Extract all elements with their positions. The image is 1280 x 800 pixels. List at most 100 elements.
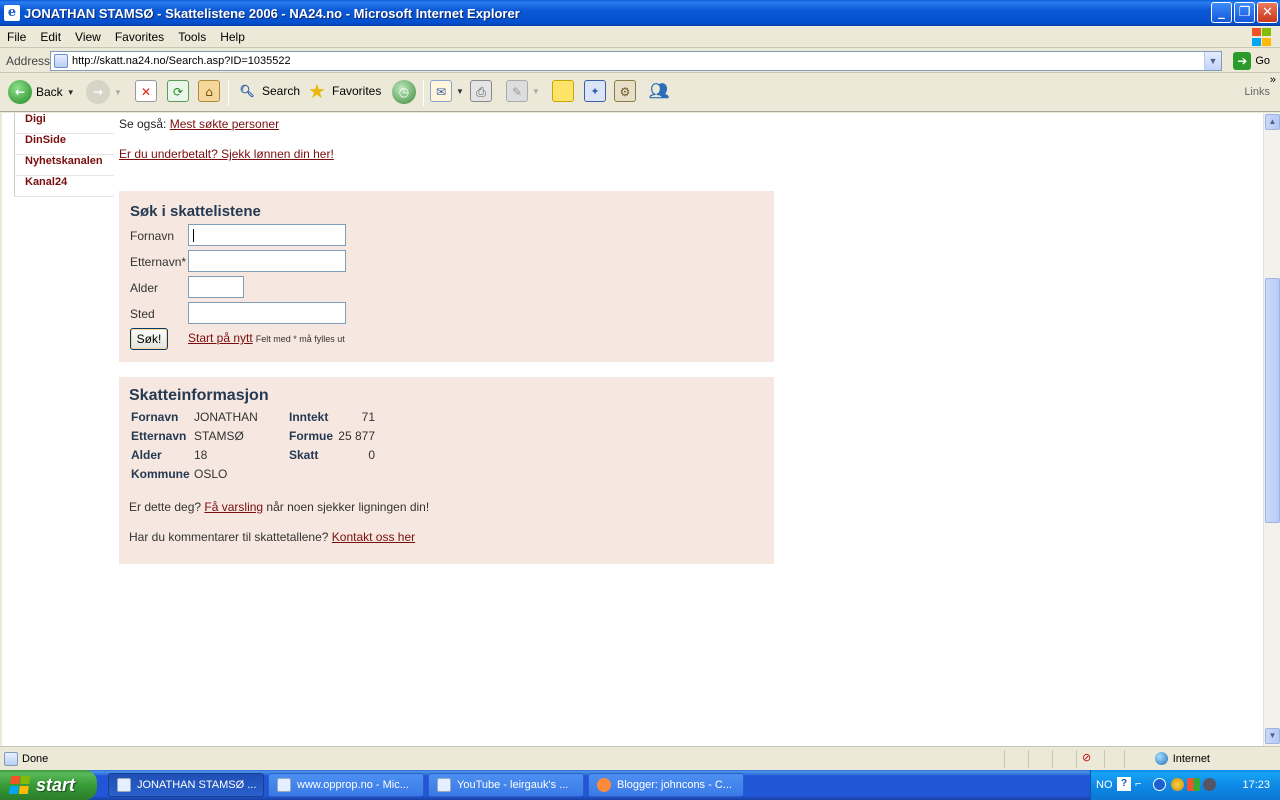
tax-tax-label: Skatt <box>289 448 319 462</box>
mail-button[interactable]: ✉ ▼ <box>430 80 464 102</box>
tax-info-title: Skatteinformasjon <box>129 387 269 404</box>
refresh-icon: ⟳ <box>167 80 189 102</box>
start-button[interactable]: start <box>0 770 97 800</box>
go-arrow-icon: ➔ <box>1233 52 1252 70</box>
task-label: JONATHAN STAMSØ ... <box>137 779 257 791</box>
get-alert-link[interactable]: Få varsling <box>204 500 263 514</box>
search-label: Search <box>262 84 301 98</box>
home-button[interactable]: ⌂ <box>198 80 220 102</box>
forward-dropdown-icon[interactable]: ▼ <box>114 88 122 97</box>
back-button[interactable]: ← Back ▼ <box>8 80 75 104</box>
address-label: Address <box>6 53 51 68</box>
back-dropdown-icon[interactable]: ▼ <box>67 88 75 97</box>
mail-dropdown-icon[interactable]: ▼ <box>456 87 464 96</box>
comment-line: Har du kommentarer til skattetallene? Ko… <box>129 530 415 544</box>
place-label: Sted <box>130 307 155 321</box>
search-button[interactable]: 🔍︎ Search <box>236 80 300 102</box>
scroll-up-icon[interactable]: ▲ <box>1265 114 1280 130</box>
favorites-button[interactable]: ★ Favorites <box>306 80 381 102</box>
search-submit-button[interactable]: Søk! <box>130 328 168 350</box>
back-arrow-icon: ← <box>8 80 32 104</box>
forward-button[interactable]: → ▼ <box>86 80 122 104</box>
place-input[interactable] <box>188 302 346 324</box>
tax-age-label: Alder <box>131 448 162 462</box>
tray-expand-icon[interactable] <box>1153 778 1166 791</box>
window-title-bar: e JONATHAN STAMSØ - Skattelistene 2006 -… <box>0 0 1280 26</box>
task-youtube[interactable]: YouTube - leirgauk's ... <box>428 773 584 797</box>
task-label: Blogger: johncons - C... <box>617 779 732 791</box>
internet-explorer-icon: e <box>4 5 20 21</box>
help-icon[interactable]: ? <box>1117 777 1131 791</box>
task-opprop[interactable]: www.opprop.no - Mic... <box>268 773 424 797</box>
task-ie-jonathan[interactable]: JONATHAN STAMSØ ... <box>108 773 264 797</box>
sidebar-item-kanal24[interactable]: Kanal24 <box>14 176 114 197</box>
history-button[interactable]: ◷ <box>392 80 416 104</box>
tax-info-panel: Skatteinformasjon Fornavn JONATHAN Etter… <box>119 377 774 564</box>
scrollbar-thumb[interactable] <box>1265 278 1280 523</box>
print-icon: ⎙ <box>470 80 492 102</box>
tools-button[interactable]: ⚙ <box>614 80 636 102</box>
task-blogger[interactable]: Blogger: johncons - C... <box>588 773 744 797</box>
stop-button[interactable]: ✕ <box>135 80 157 102</box>
alert-line: Er dette deg? Få varsling når noen sjekk… <box>129 500 429 514</box>
last-name-label: Etternavn* <box>130 255 187 269</box>
underpaid-link[interactable]: Er du underbetalt? Sjekk lønnen din her! <box>119 147 334 161</box>
comment-prefix: Har du kommentarer til skattetallene? <box>129 530 332 544</box>
menu-favorites[interactable]: Favorites <box>108 30 171 44</box>
edit-button[interactable]: ✎ ▼ <box>506 80 540 102</box>
contact-link[interactable]: Kontakt oss her <box>332 530 415 544</box>
first-name-label: Fornavn <box>130 229 175 243</box>
ie-task-icon <box>117 778 131 792</box>
sidebar-item-digi[interactable]: Digi <box>14 113 114 134</box>
first-name-input[interactable] <box>188 224 346 246</box>
network-icon[interactable] <box>1171 778 1184 791</box>
status-bar: Done ⊘ Internet <box>0 746 1280 770</box>
menu-view[interactable]: View <box>68 30 108 44</box>
refresh-button[interactable]: ⟳ <box>167 80 189 102</box>
vertical-scrollbar[interactable]: ▲ ▼ <box>1263 113 1280 746</box>
menu-help[interactable]: Help <box>213 30 252 44</box>
menu-file[interactable]: File <box>0 30 33 44</box>
app-tray-icon[interactable] <box>1187 778 1200 791</box>
edit-dropdown-icon[interactable]: ▼ <box>532 87 540 96</box>
notification-icon[interactable]: ⌐ <box>1135 778 1148 791</box>
status-pane-divider <box>1028 750 1029 768</box>
address-bar: Address http://skatt.na24.no/Search.asp?… <box>0 49 1280 73</box>
minimize-button[interactable]: _ <box>1211 2 1232 23</box>
age-input[interactable] <box>188 276 244 298</box>
close-button[interactable]: ✕ <box>1257 2 1278 23</box>
print-button[interactable]: ⎙ <box>470 80 492 102</box>
required-note: Felt med * må fylles ut <box>255 334 345 344</box>
messenger-button[interactable]: ✦ <box>584 80 606 102</box>
edit-icon: ✎ <box>506 80 528 102</box>
privacy-report-icon[interactable]: ⊘ <box>1082 751 1098 765</box>
sidebar-item-dinside[interactable]: DinSide <box>14 134 114 155</box>
menu-tools[interactable]: Tools <box>171 30 213 44</box>
restart-line: Start på nytt Felt med * må fylles ut <box>188 331 345 345</box>
language-indicator[interactable]: NO <box>1096 779 1113 791</box>
links-label[interactable]: Links <box>1244 86 1270 98</box>
address-dropdown-icon[interactable]: ▼ <box>1204 52 1221 70</box>
status-text: Done <box>22 753 49 765</box>
sidebar-item-nyhetskanalen[interactable]: Nyhetskanalen <box>14 155 114 176</box>
people-icon: 👥︎ <box>648 81 670 100</box>
go-button[interactable]: ➔ Go <box>1233 52 1270 70</box>
age-label: Alder <box>130 281 159 295</box>
last-name-input[interactable] <box>188 250 346 272</box>
menu-edit[interactable]: Edit <box>33 30 68 44</box>
address-input[interactable]: http://skatt.na24.no/Search.asp?ID=10355… <box>50 51 1222 71</box>
system-tray: NO ? ⌐ 17:23 <box>1090 770 1280 800</box>
discuss-button[interactable] <box>552 80 574 102</box>
scroll-down-icon[interactable]: ▼ <box>1265 728 1280 744</box>
contacts-button[interactable]: 👥︎ <box>648 80 670 102</box>
research-icon: ✦ <box>584 80 606 102</box>
maximize-button[interactable]: ❐ <box>1234 2 1255 23</box>
restart-link[interactable]: Start på nytt <box>188 331 253 345</box>
ie-task-icon <box>437 778 451 792</box>
toolbar-chevron-icon[interactable]: » <box>1270 74 1276 86</box>
address-url[interactable]: http://skatt.na24.no/Search.asp?ID=10355… <box>72 55 291 67</box>
most-searched-link[interactable]: Mest søkte personer <box>170 117 279 131</box>
volume-icon[interactable] <box>1203 778 1216 791</box>
underpaid-line: Er du underbetalt? Sjekk lønnen din her! <box>119 147 519 161</box>
tax-income-label: Inntekt <box>289 410 329 424</box>
